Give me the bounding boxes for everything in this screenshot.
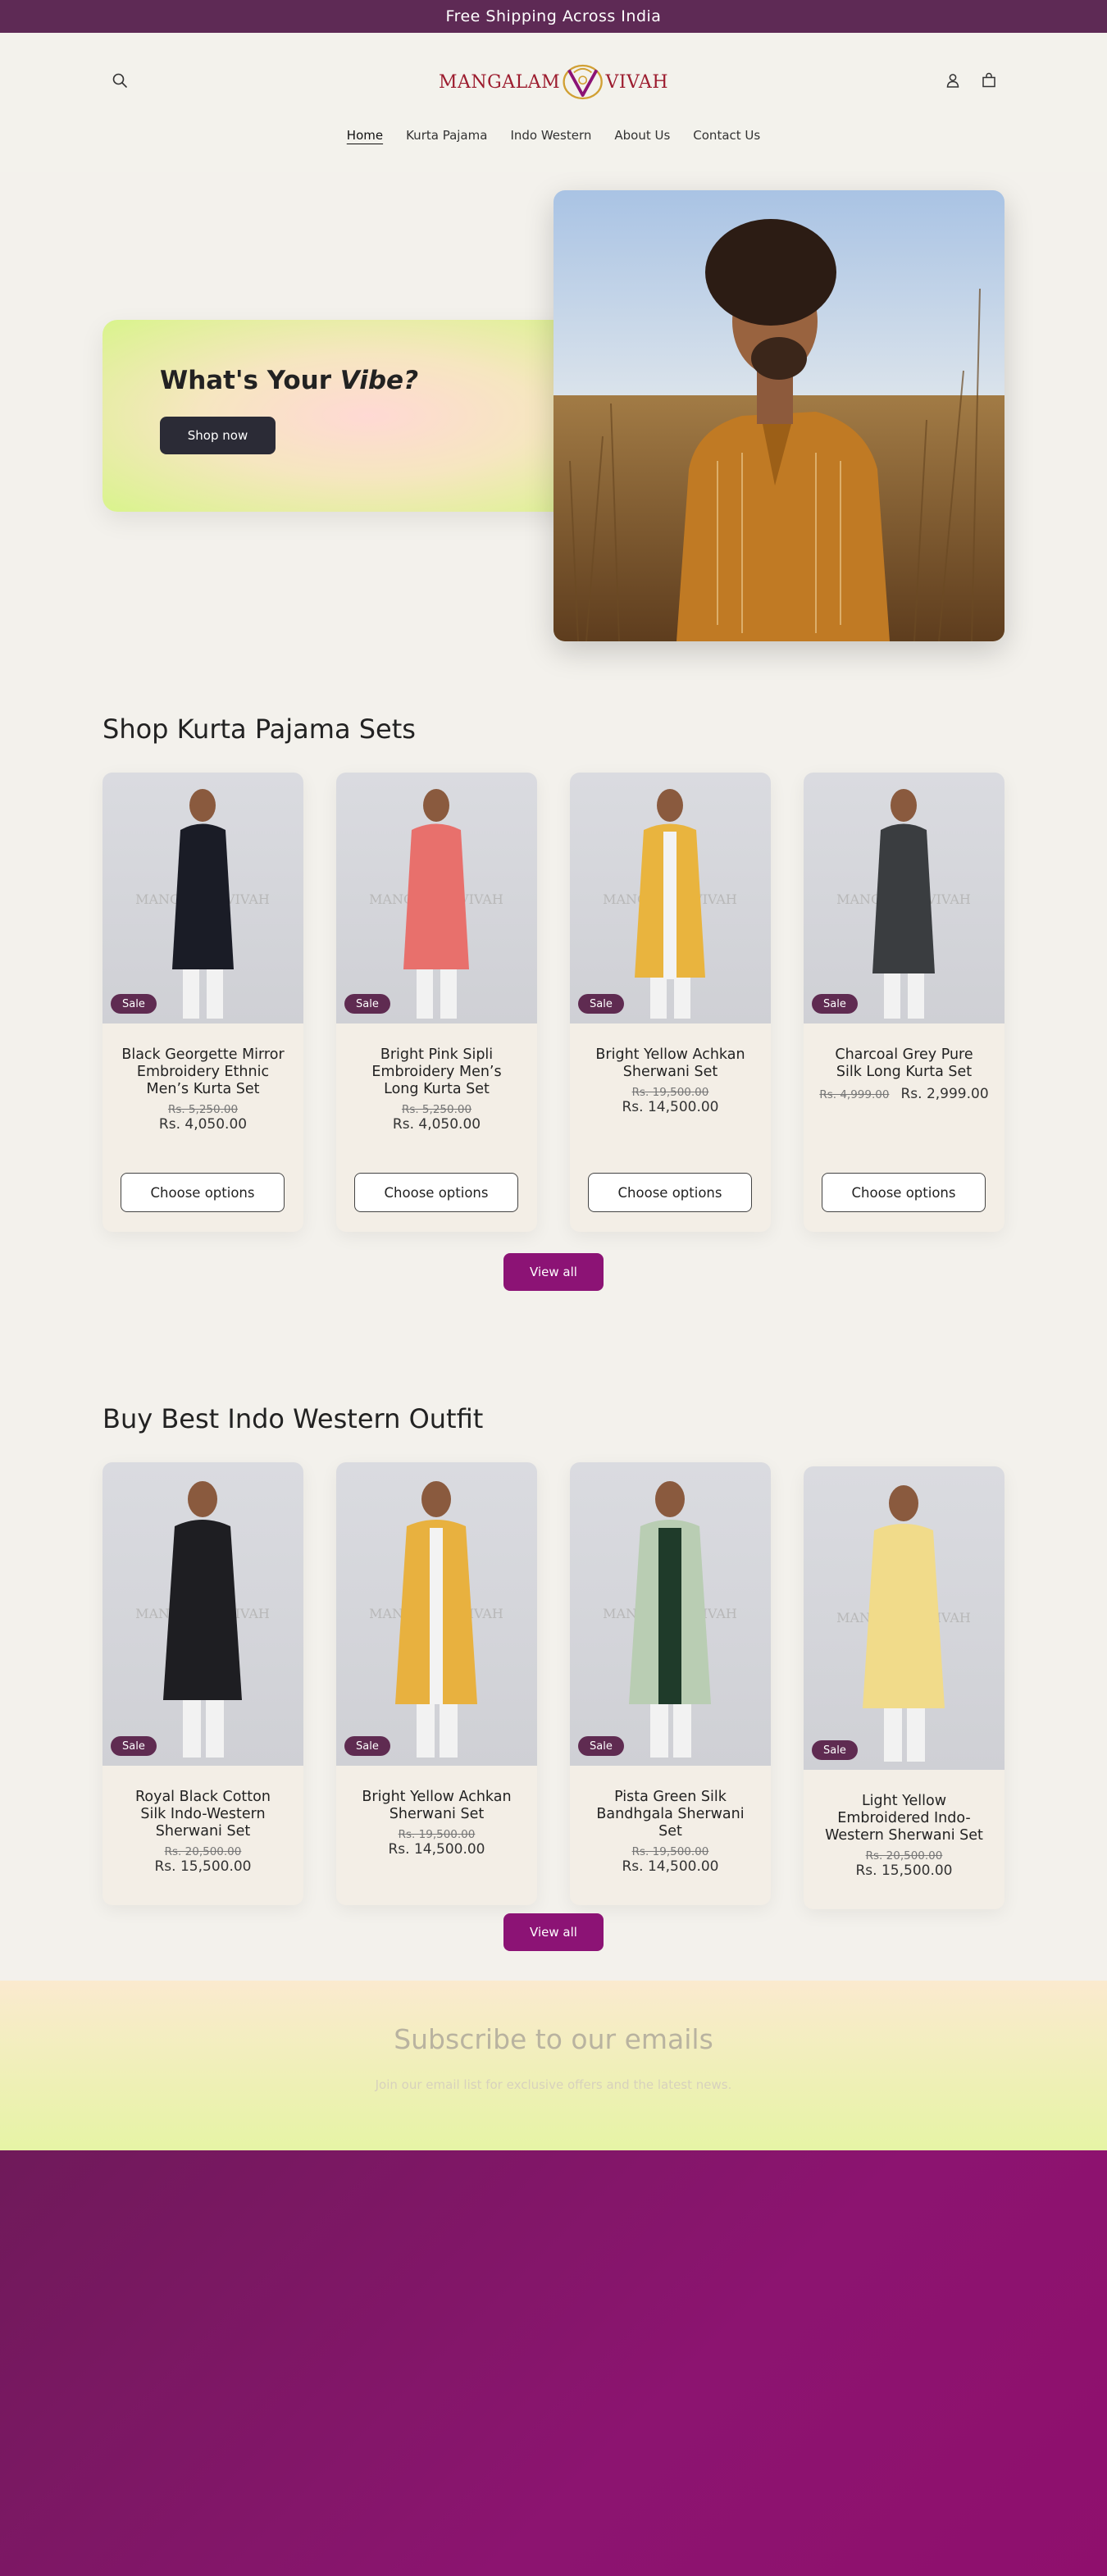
sale-badge: Sale xyxy=(812,994,858,1014)
product-card[interactable]: MANGALAM VIVAH Sale Bright Pink Sipli Em… xyxy=(336,773,537,1232)
nav-kurta-pajama[interactable]: Kurta Pajama xyxy=(404,125,489,146)
hero-title-prefix: What's Your xyxy=(160,366,340,395)
logo-text-right: VIVAH xyxy=(605,71,668,93)
sale-badge: Sale xyxy=(578,994,624,1014)
product-image[interactable]: MANGALAM VIVAH Sale xyxy=(570,773,771,1024)
shop-now-button[interactable]: Shop now xyxy=(160,417,276,454)
nav-about-us[interactable]: About Us xyxy=(613,125,672,146)
hero-title-emphasis: Vibe? xyxy=(339,366,419,395)
site-header: MANGALAM VIVAH Home Kurta Pajama Indo We… xyxy=(0,33,1107,172)
sale-badge: Sale xyxy=(344,1736,390,1756)
hero-card: What's Your Vibe? Shop now xyxy=(102,320,586,512)
product-image[interactable]: MANGALAM VIVAH Sale xyxy=(102,1462,303,1766)
choose-options-button[interactable]: Choose options xyxy=(588,1173,752,1212)
product-name[interactable]: Bright Pink Sipli Embroidery Men’s Long … xyxy=(336,1046,537,1098)
nav-contact-us[interactable]: Contact Us xyxy=(691,125,762,146)
main-nav: Home Kurta Pajama Indo Western About Us … xyxy=(0,125,1107,146)
product-card[interactable]: MANGALAM VIVAH Sale Charcoal Grey Pure S… xyxy=(804,773,1004,1232)
product-name[interactable]: Bright Yellow Achkan Sherwani Set xyxy=(570,1046,771,1081)
product-image[interactable]: MANGALAM VIVAH Sale xyxy=(804,1466,1004,1770)
site-logo[interactable]: MANGALAM VIVAH xyxy=(439,52,668,112)
newsletter-title: Subscribe to our emails xyxy=(394,2023,713,2055)
product-card[interactable]: MANGALAM VIVAH Sale Royal Black Cotton S… xyxy=(102,1462,303,1905)
nav-indo-western[interactable]: Indo Western xyxy=(508,125,593,146)
indo-view-all-button[interactable]: View all xyxy=(503,1913,604,1951)
account-icon[interactable] xyxy=(941,68,965,93)
sale-badge: Sale xyxy=(578,1736,624,1756)
product-old-price: Rs. 20,500.00 xyxy=(164,1845,242,1858)
site-footer xyxy=(0,2150,1107,2576)
sale-badge: Sale xyxy=(111,994,157,1014)
product-card[interactable]: MANGALAM VIVAH Sale Light Yellow Embroid… xyxy=(804,1466,1004,1909)
product-price: Rs. 15,500.00 xyxy=(855,1862,953,1879)
indo-section-title: Buy Best Indo Western Outfit xyxy=(102,1403,484,1434)
product-price: Rs. 14,500.00 xyxy=(388,1841,485,1858)
product-name[interactable]: Bright Yellow Achkan Sherwani Set xyxy=(336,1789,537,1823)
product-image[interactable]: MANGALAM VIVAH Sale xyxy=(336,773,537,1024)
cart-icon[interactable] xyxy=(977,68,1001,93)
product-name[interactable]: Charcoal Grey Pure Silk Long Kurta Set xyxy=(804,1046,1004,1081)
nav-home[interactable]: Home xyxy=(345,125,385,146)
logo-text-left: MANGALAM xyxy=(439,71,561,93)
product-name[interactable]: Light Yellow Embroidered Indo-Western Sh… xyxy=(804,1793,1004,1844)
product-old-price: Rs. 19,500.00 xyxy=(398,1828,476,1841)
product-old-price: Rs. 4,999.00 xyxy=(819,1088,890,1101)
product-card[interactable]: MANGALAM VIVAH Sale Bright Yellow Achkan… xyxy=(570,773,771,1232)
sale-badge: Sale xyxy=(111,1736,157,1756)
choose-options-button[interactable]: Choose options xyxy=(354,1173,518,1212)
choose-options-button[interactable]: Choose options xyxy=(822,1173,986,1212)
product-price: Rs. 2,999.00 xyxy=(900,1086,989,1102)
sale-badge: Sale xyxy=(344,994,390,1014)
hero-title: What's Your Vibe? xyxy=(160,366,418,395)
product-image[interactable]: MANGALAM VIVAH Sale xyxy=(102,773,303,1024)
product-price: Rs. 15,500.00 xyxy=(154,1858,252,1875)
announcement-text: Free Shipping Across India xyxy=(445,7,662,25)
product-image[interactable]: MANGALAM VIVAH Sale xyxy=(570,1462,771,1766)
product-old-price: Rs. 5,250.00 xyxy=(167,1103,239,1116)
logo-monogram-icon xyxy=(563,64,603,100)
product-price: Rs. 4,050.00 xyxy=(392,1116,481,1133)
product-name[interactable]: Pista Green Silk Bandhgala Sherwani Set xyxy=(570,1789,771,1840)
product-card[interactable]: MANGALAM VIVAH Sale Pista Green Silk Ban… xyxy=(570,1462,771,1905)
newsletter-section: Subscribe to our emails Join our email l… xyxy=(0,1981,1107,2150)
product-old-price: Rs. 19,500.00 xyxy=(631,1086,709,1099)
kurta-section-title: Shop Kurta Pajama Sets xyxy=(102,714,416,745)
newsletter-subtitle: Join our email list for exclusive offers… xyxy=(375,2077,732,2092)
product-card[interactable]: MANGALAM VIVAH Sale Black Georgette Mirr… xyxy=(102,773,303,1232)
kurta-view-all-button[interactable]: View all xyxy=(503,1253,604,1291)
sale-badge: Sale xyxy=(812,1740,858,1760)
product-price: Rs. 14,500.00 xyxy=(622,1858,719,1875)
product-old-price: Rs. 19,500.00 xyxy=(631,1845,709,1858)
search-icon[interactable] xyxy=(107,68,132,93)
product-name[interactable]: Black Georgette Mirror Embroidery Ethnic… xyxy=(102,1046,303,1098)
hero-image xyxy=(554,190,1004,641)
product-price: Rs. 4,050.00 xyxy=(158,1116,248,1133)
product-old-price: Rs. 5,250.00 xyxy=(401,1103,472,1116)
product-image[interactable]: MANGALAM VIVAH Sale xyxy=(804,773,1004,1024)
product-image[interactable]: MANGALAM VIVAH Sale xyxy=(336,1462,537,1766)
announcement-bar: Free Shipping Across India xyxy=(0,0,1107,33)
choose-options-button[interactable]: Choose options xyxy=(121,1173,285,1212)
product-old-price: Rs. 20,500.00 xyxy=(865,1849,943,1862)
product-price: Rs. 14,500.00 xyxy=(622,1099,719,1115)
product-card[interactable]: MANGALAM VIVAH Sale Bright Yellow Achkan… xyxy=(336,1462,537,1905)
product-name[interactable]: Royal Black Cotton Silk Indo-Western She… xyxy=(102,1789,303,1840)
